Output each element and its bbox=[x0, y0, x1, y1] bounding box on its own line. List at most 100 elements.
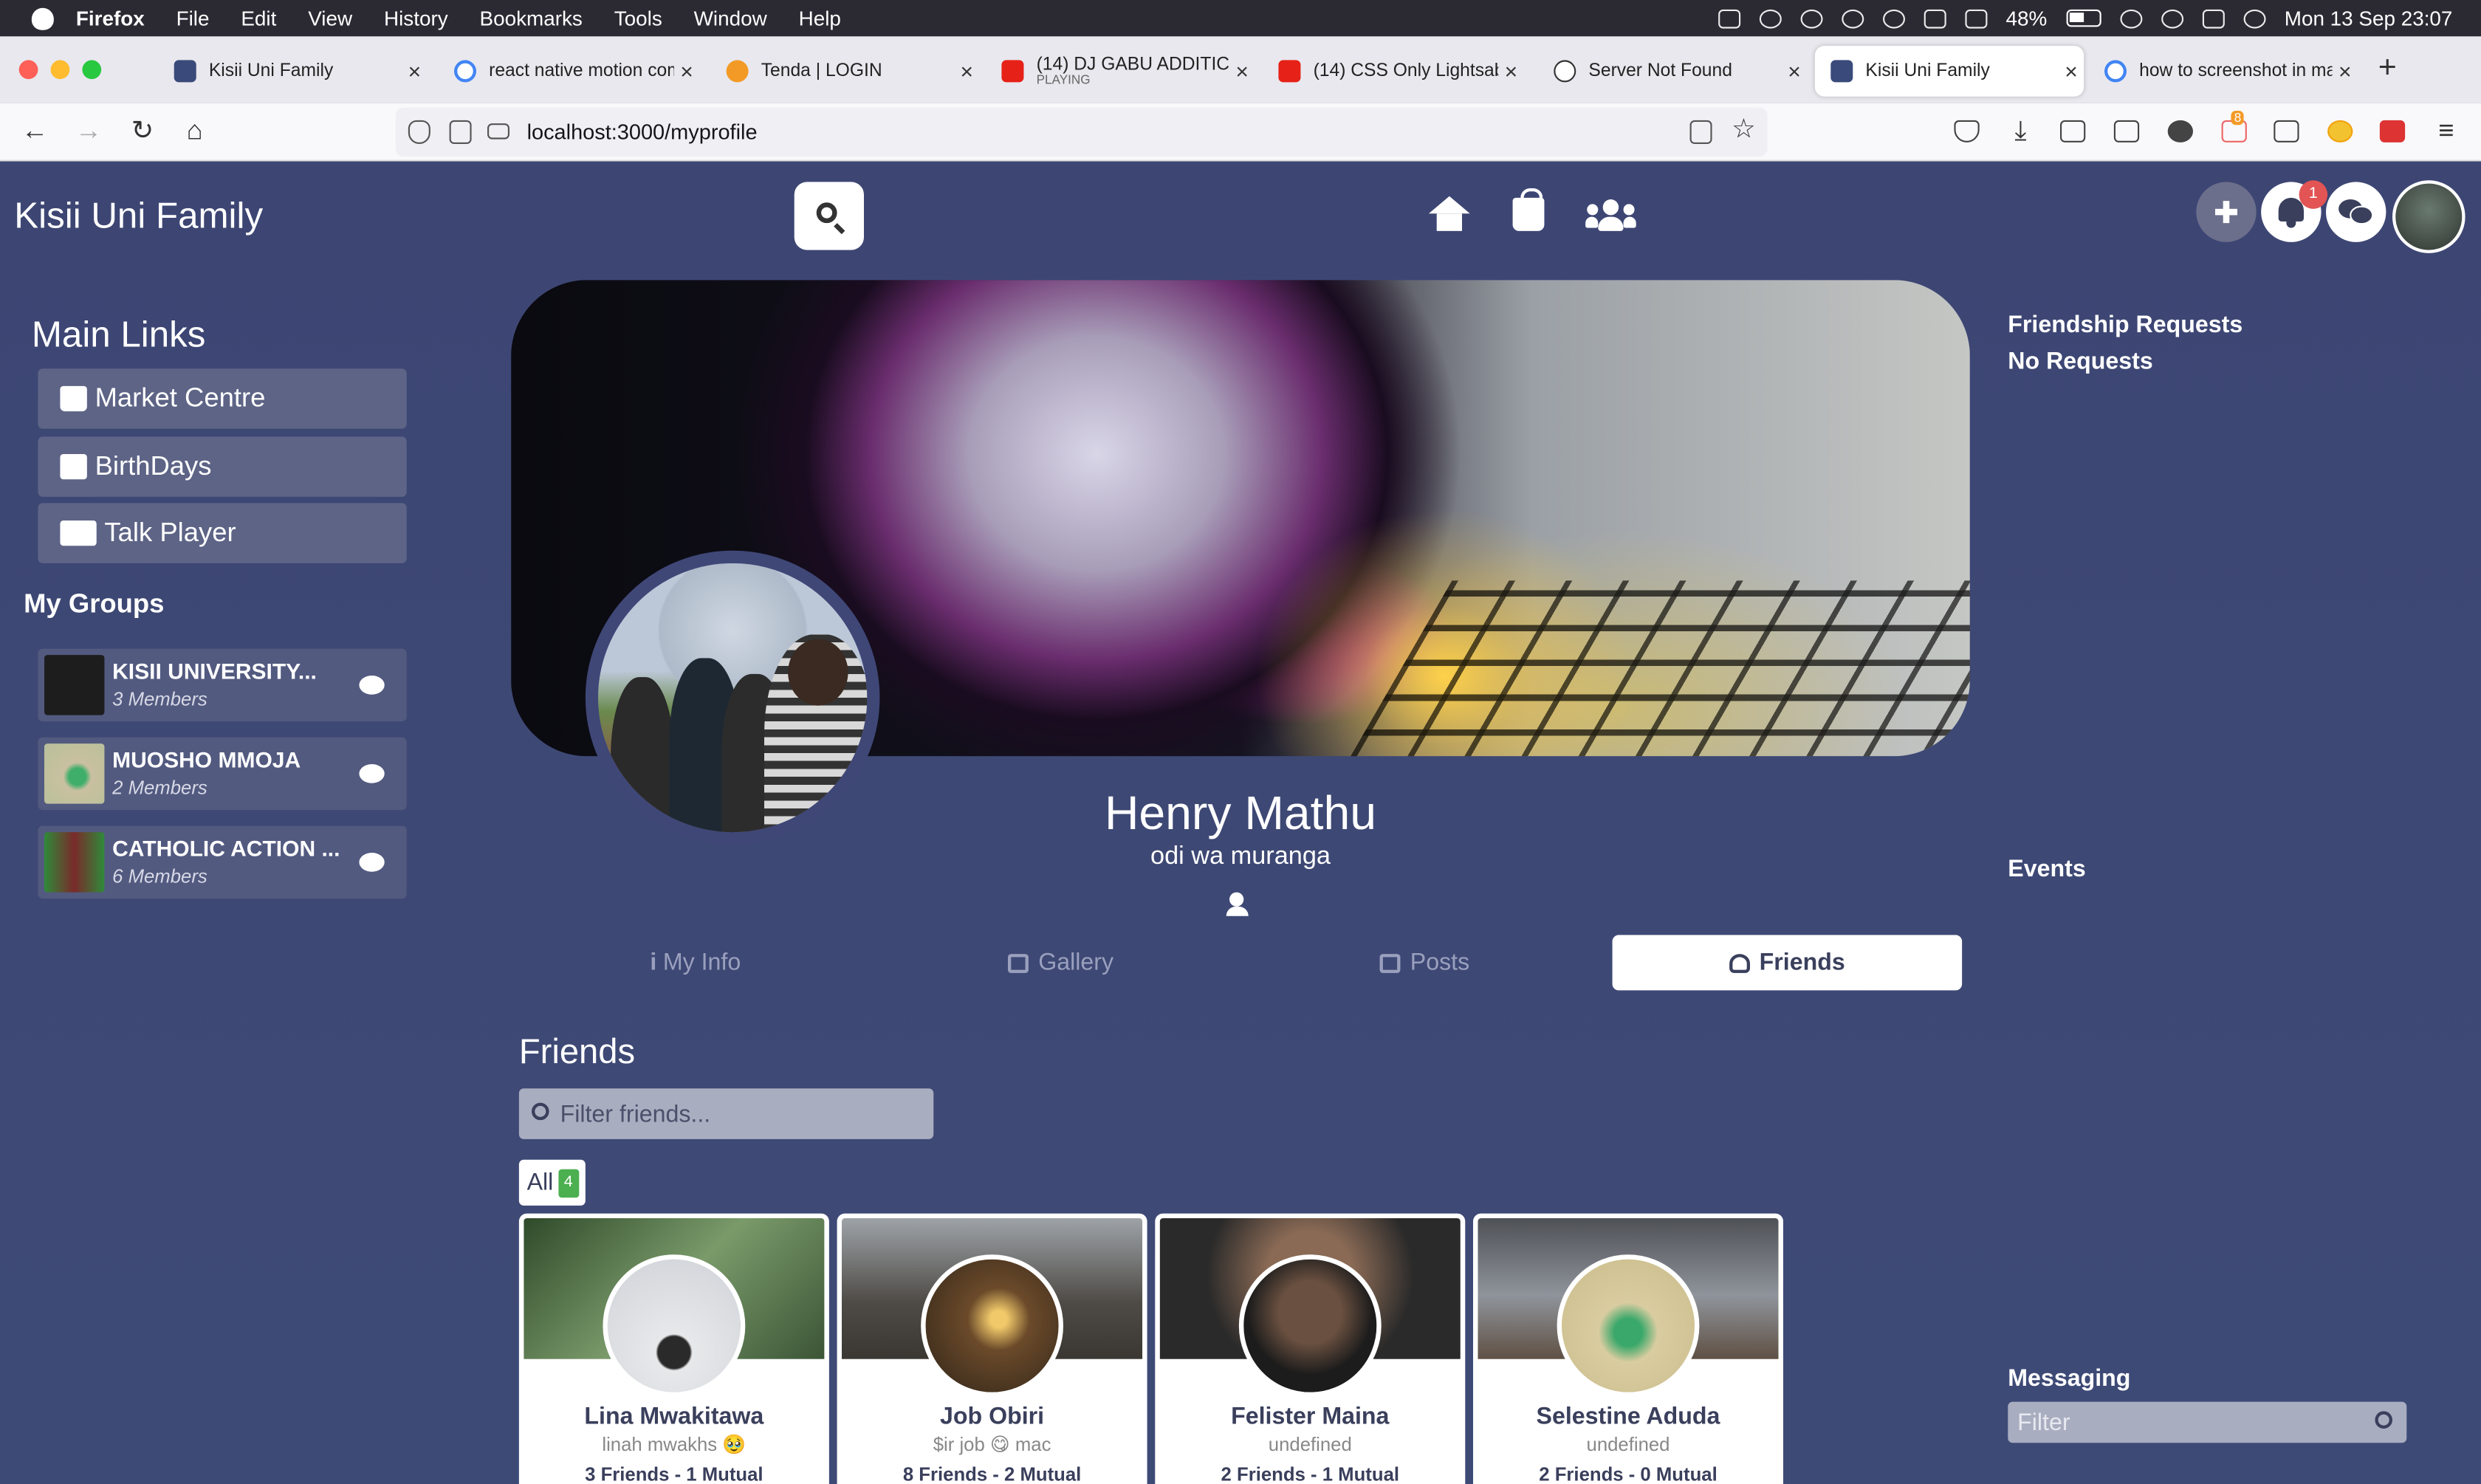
extension-o-icon[interactable] bbox=[2167, 120, 2193, 142]
friend-name[interactable]: Selestine Aduda bbox=[1478, 1404, 1778, 1430]
battery-icon[interactable] bbox=[2066, 9, 2101, 27]
tab-friends[interactable]: Friends bbox=[1612, 935, 1963, 991]
time-machine-icon[interactable] bbox=[1841, 8, 1864, 28]
browser-tab[interactable]: how to screenshot in ma × bbox=[2089, 46, 2358, 97]
menu-view[interactable]: View bbox=[308, 7, 352, 30]
filter-chip-all[interactable]: All 4 bbox=[518, 1159, 586, 1206]
browser-tab[interactable]: react native motion comp × bbox=[439, 46, 700, 97]
library-icon[interactable] bbox=[2060, 120, 2086, 142]
menu-window[interactable]: Window bbox=[694, 7, 767, 30]
siri-icon[interactable] bbox=[2243, 8, 2266, 28]
close-tab-icon[interactable]: × bbox=[1782, 58, 1807, 83]
home-icon[interactable] bbox=[1428, 196, 1470, 231]
close-tab-icon[interactable]: × bbox=[1498, 58, 1523, 83]
brand-title[interactable]: Kisii Uni Family bbox=[14, 195, 263, 238]
friend-name[interactable]: Felister Maina bbox=[1160, 1404, 1461, 1430]
search-icon[interactable] bbox=[2375, 1411, 2392, 1429]
sidebar-link-market-centre[interactable]: Market Centre bbox=[38, 368, 407, 429]
wifi-icon[interactable] bbox=[2119, 8, 2142, 28]
close-window-icon[interactable] bbox=[18, 60, 38, 80]
users-icon[interactable] bbox=[1585, 199, 1636, 231]
reload-icon[interactable]: ↻ bbox=[126, 117, 158, 146]
close-tab-icon[interactable]: × bbox=[2059, 58, 2084, 83]
menubar-clock[interactable]: Mon 13 Sep 23:07 bbox=[2285, 7, 2453, 30]
browser-tab[interactable]: Server Not Found × bbox=[1538, 46, 1807, 97]
friend-avatar[interactable] bbox=[921, 1254, 1063, 1398]
user-edit-icon[interactable] bbox=[1226, 892, 1255, 916]
play-icon[interactable] bbox=[1799, 8, 1822, 28]
filter-friends-input[interactable] bbox=[560, 1088, 924, 1139]
zoom-window-icon[interactable] bbox=[82, 60, 102, 80]
messaging-filter-field[interactable] bbox=[2008, 1401, 2407, 1443]
extension-colorful-icon[interactable] bbox=[2327, 120, 2353, 142]
friend-name[interactable]: Lina Mwakitawa bbox=[524, 1404, 824, 1430]
create-post-button[interactable] bbox=[2196, 182, 2257, 242]
friend-name[interactable]: Job Obiri bbox=[842, 1404, 1142, 1430]
browser-tab[interactable]: (14) CSS Only Lightsaber × bbox=[1263, 46, 1524, 97]
browser-tab[interactable]: Tenda | LOGIN × bbox=[710, 46, 979, 97]
permissions-icon[interactable] bbox=[487, 123, 509, 140]
friend-avatar[interactable] bbox=[1557, 1254, 1700, 1398]
friend-avatar[interactable] bbox=[1238, 1254, 1382, 1398]
tab-posts[interactable]: Posts bbox=[1250, 935, 1600, 990]
tab-gallery[interactable]: Gallery bbox=[886, 935, 1236, 990]
home-nav-icon[interactable]: ⌂ bbox=[179, 117, 210, 146]
messaging-filter-input[interactable] bbox=[2017, 1401, 2350, 1443]
minimize-window-icon[interactable] bbox=[50, 60, 70, 80]
url-bar[interactable]: localhost:3000/myprofile ☆ bbox=[395, 107, 1768, 157]
menu-help[interactable]: Help bbox=[799, 7, 841, 30]
messages-button[interactable] bbox=[2326, 182, 2386, 242]
close-tab-icon[interactable]: × bbox=[954, 58, 979, 83]
downloads-icon[interactable]: ⤓ bbox=[2005, 117, 2036, 146]
hamburger-menu-icon[interactable]: ≡ bbox=[2430, 117, 2462, 146]
friend-avatar[interactable] bbox=[603, 1254, 746, 1398]
close-tab-icon[interactable]: × bbox=[1229, 58, 1255, 83]
close-tab-icon[interactable]: × bbox=[674, 58, 699, 83]
back-icon[interactable]: ← bbox=[19, 117, 51, 146]
sidebar-link-talk-player[interactable]: Talk Player bbox=[38, 503, 407, 563]
menu-app-name[interactable]: Firefox bbox=[76, 7, 145, 30]
shopping-bag-icon[interactable] bbox=[1512, 188, 1545, 231]
bookmark-star-icon[interactable]: ☆ bbox=[1728, 114, 1760, 144]
chat-icon[interactable] bbox=[359, 676, 385, 695]
url-text[interactable]: localhost:3000/myprofile bbox=[527, 120, 758, 144]
menu-tools[interactable]: Tools bbox=[614, 7, 662, 30]
pocket-icon[interactable] bbox=[1954, 120, 1980, 142]
control-center-icon[interactable] bbox=[2202, 8, 2225, 28]
menu-history[interactable]: History bbox=[384, 7, 448, 30]
spotlight-icon[interactable] bbox=[2161, 8, 2183, 28]
close-tab-icon[interactable]: × bbox=[402, 58, 427, 83]
friend-card[interactable]: Job Obiri $ir job 😋 mac 8 Friends - 2 Mu… bbox=[837, 1213, 1147, 1484]
search-button[interactable] bbox=[794, 182, 864, 250]
browser-tab[interactable]: (14) DJ GABU ADDITICH PLAYING × bbox=[986, 46, 1255, 97]
user-avatar[interactable] bbox=[2392, 180, 2465, 253]
airdrop-icon[interactable] bbox=[1882, 8, 1905, 28]
shield-icon[interactable] bbox=[408, 120, 430, 144]
forward-icon[interactable]: → bbox=[73, 117, 105, 146]
page-icon[interactable] bbox=[449, 120, 472, 144]
chat-icon[interactable] bbox=[359, 764, 385, 783]
creative-cloud-icon[interactable] bbox=[1759, 8, 1782, 28]
sidebar-icon[interactable] bbox=[2113, 120, 2140, 142]
reader-view-icon[interactable] bbox=[1689, 120, 1712, 144]
tab-my-info[interactable]: i My Info bbox=[521, 935, 871, 990]
browser-tab[interactable]: Kisii Uni Family × bbox=[158, 46, 427, 97]
menu-bookmarks[interactable]: Bookmarks bbox=[480, 7, 583, 30]
new-tab-button[interactable]: + bbox=[2378, 51, 2397, 87]
friend-card[interactable]: Lina Mwakitawa linah mwakhs 🥹 3 Friends … bbox=[518, 1213, 829, 1484]
bi-status-icon[interactable] bbox=[1718, 8, 1740, 28]
extension-red-icon[interactable] bbox=[2379, 120, 2406, 142]
friend-card[interactable]: Selestine Aduda undefined 2 Friends - 0 … bbox=[1472, 1213, 1783, 1484]
group-item-kisii-university[interactable]: KISII UNIVERSITY... 3 Members bbox=[38, 648, 407, 722]
close-tab-icon[interactable]: × bbox=[2333, 58, 2358, 83]
calendar-icon[interactable] bbox=[1924, 8, 1946, 28]
browser-tab-active[interactable]: Kisii Uni Family × bbox=[1814, 46, 2084, 97]
menu-edit[interactable]: Edit bbox=[241, 7, 276, 30]
menu-file[interactable]: File bbox=[176, 7, 210, 30]
volume-icon[interactable] bbox=[1964, 8, 1987, 28]
notifications-button[interactable]: 1 bbox=[2261, 180, 2328, 242]
friend-card[interactable]: Felister Maina undefined 2 Friends - 1 M… bbox=[1155, 1213, 1466, 1484]
filter-friends-field[interactable] bbox=[518, 1088, 934, 1139]
extension-bars-icon[interactable] bbox=[2274, 120, 2299, 142]
apple-icon[interactable] bbox=[31, 7, 54, 30]
